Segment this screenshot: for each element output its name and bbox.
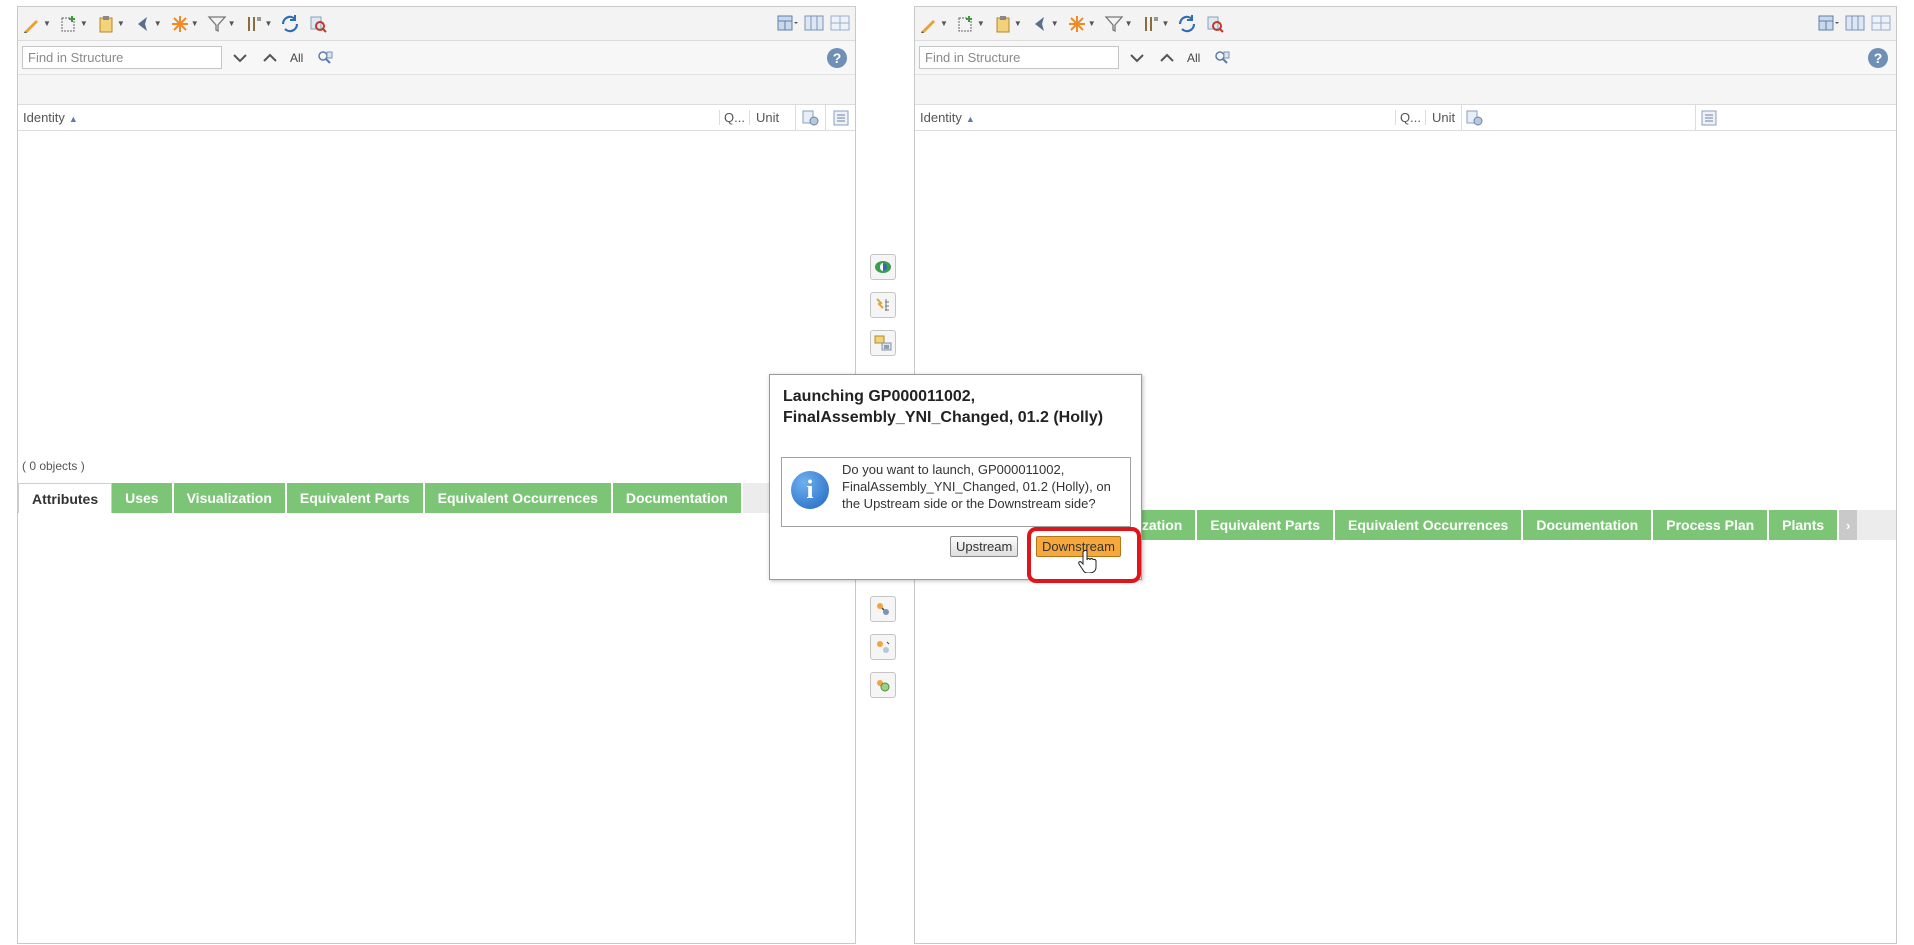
column-settings-icon[interactable]	[1461, 105, 1695, 130]
navigate-icon[interactable]: ▼	[1030, 13, 1059, 35]
columns-icon[interactable]	[1844, 13, 1866, 33]
tab-equivalent-parts[interactable]: Equivalent Parts	[286, 483, 425, 513]
clipboard-icon[interactable]: ▼	[993, 13, 1022, 35]
help-icon[interactable]: ?	[827, 48, 847, 68]
tab-plants[interactable]: Plants	[1769, 510, 1840, 540]
right-filter-bar	[915, 75, 1896, 105]
edit-icon[interactable]: ▼	[919, 13, 948, 35]
create-icon[interactable]: ▼	[1067, 13, 1096, 35]
sort-ascending-icon: ▲	[965, 114, 975, 124]
dialog-message-box: i Do you want to launch, GP000011002, Fi…	[781, 457, 1131, 527]
link-icon[interactable]	[870, 596, 896, 622]
find-all-button[interactable]: All	[286, 49, 307, 67]
tab-equivalent-occurrences[interactable]: Equivalent Occurrences	[1335, 510, 1524, 540]
inspect-icon[interactable]	[308, 13, 328, 35]
filter-icon[interactable]: ▼	[1104, 13, 1133, 35]
right-table-header: Identity ▲ Q... Unit	[915, 105, 1896, 131]
insert-icon[interactable]: ▼	[59, 13, 88, 35]
navigate-icon[interactable]: ▼	[133, 13, 162, 35]
unit-column-header[interactable]: Unit	[749, 110, 795, 125]
inspect-icon[interactable]	[1205, 13, 1225, 35]
right-find-bar: All ?	[915, 41, 1896, 75]
tab-visualization[interactable]: Visualization	[173, 483, 287, 513]
create-icon[interactable]: ▼	[170, 13, 199, 35]
left-tab-bar: Attributes Uses Visualization Equivalent…	[18, 483, 855, 513]
find-previous-icon[interactable]	[258, 46, 282, 70]
transfer-icon[interactable]	[870, 330, 896, 356]
left-toolbar: ▼ ▼ ▼ ▼ ▼ ▼ ▼	[18, 7, 855, 41]
search-input[interactable]	[919, 46, 1119, 69]
insert-icon[interactable]: ▼	[956, 13, 985, 35]
hand-cursor-icon	[1078, 549, 1097, 573]
left-find-bar: All ?	[18, 41, 855, 75]
column-chooser-icon[interactable]	[1695, 105, 1896, 130]
tab-attributes[interactable]: Attributes	[18, 483, 113, 513]
left-filter-bar	[18, 75, 855, 105]
tab-process-plan[interactable]: Process Plan	[1653, 510, 1770, 540]
grid-icon[interactable]	[1870, 13, 1892, 33]
find-next-icon[interactable]	[228, 46, 252, 70]
find-all-button[interactable]: All	[1183, 49, 1204, 67]
layout-icon[interactable]	[777, 13, 799, 33]
compare-icon[interactable]	[870, 254, 896, 280]
tools-icon[interactable]: ▼	[244, 13, 272, 35]
tools-icon[interactable]: ▼	[1141, 13, 1169, 35]
middle-action-strip	[870, 254, 898, 368]
edit-icon[interactable]: ▼	[22, 13, 51, 35]
quantity-column-header[interactable]: Q...	[719, 110, 749, 125]
unlink-icon[interactable]	[870, 634, 896, 660]
object-count-status: ( 0 objects )	[22, 459, 85, 473]
align-icon[interactable]	[870, 292, 896, 318]
layout-icon[interactable]	[1818, 13, 1840, 33]
tab-documentation[interactable]: Documentation	[1523, 510, 1654, 540]
help-icon[interactable]: ?	[1868, 48, 1888, 68]
left-table-header: Identity ▲ Q... Unit	[18, 105, 855, 131]
columns-icon[interactable]	[803, 13, 825, 33]
left-structure-panel: ▼ ▼ ▼ ▼ ▼ ▼ ▼ All ? Identity▲ Q... Unit …	[17, 6, 856, 944]
right-toolbar: ▼ ▼ ▼ ▼ ▼ ▼ ▼	[915, 7, 1896, 41]
upstream-button[interactable]: Upstream	[950, 536, 1019, 557]
tab-equivalent-parts[interactable]: Equivalent Parts	[1197, 510, 1336, 540]
search-input[interactable]	[22, 46, 222, 69]
refresh-icon[interactable]	[280, 13, 300, 35]
grid-icon[interactable]	[829, 13, 851, 33]
identity-column-header[interactable]: Identity ▲	[18, 110, 719, 125]
info-icon: i	[791, 471, 829, 509]
find-next-icon[interactable]	[1125, 46, 1149, 70]
unit-column-header[interactable]: Unit	[1425, 110, 1461, 125]
clipboard-icon[interactable]: ▼	[96, 13, 125, 35]
sort-ascending-icon: ▲	[68, 114, 78, 124]
column-chooser-icon[interactable]	[825, 105, 855, 130]
find-previous-icon[interactable]	[1155, 46, 1179, 70]
tab-documentation[interactable]: Documentation	[612, 483, 743, 513]
refresh-icon[interactable]	[1177, 13, 1197, 35]
quantity-column-header[interactable]: Q...	[1395, 110, 1425, 125]
identity-column-header[interactable]: Identity ▲	[915, 110, 1395, 125]
sync-icon[interactable]	[870, 672, 896, 698]
dialog-title: Launching GP000011002, FinalAssembly_YNI…	[783, 388, 1104, 426]
tab-uses[interactable]: Uses	[112, 483, 174, 513]
middle-action-strip-lower	[870, 596, 898, 710]
tabs-scroll-right-icon[interactable]: ›	[1839, 510, 1858, 540]
tab-equivalent-occurrences[interactable]: Equivalent Occurrences	[424, 483, 613, 513]
dialog-message: Do you want to launch, GP000011002, Fina…	[842, 462, 1111, 511]
column-settings-icon[interactable]	[795, 105, 825, 130]
find-options-icon[interactable]	[1210, 46, 1234, 70]
filter-icon[interactable]: ▼	[207, 13, 236, 35]
find-options-icon[interactable]	[313, 46, 337, 70]
